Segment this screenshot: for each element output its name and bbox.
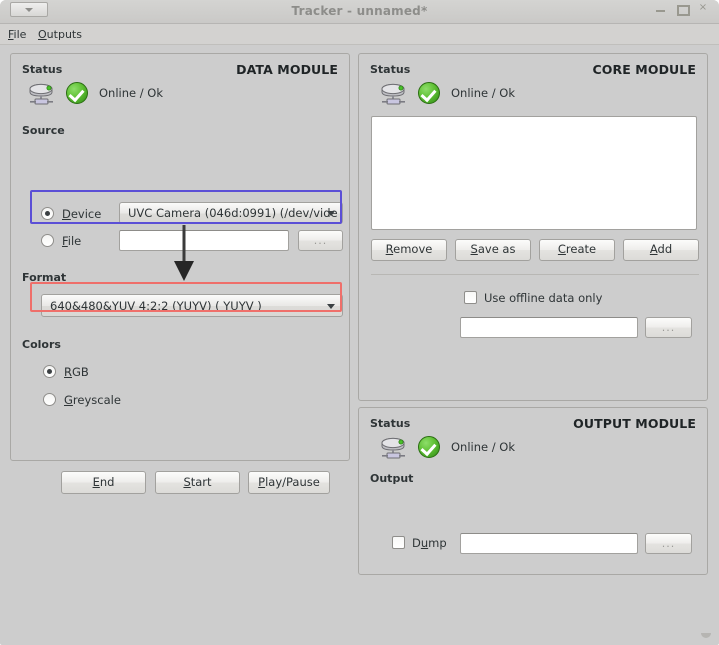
color-rgb-radio[interactable]	[43, 365, 56, 378]
output-label: Output	[370, 472, 414, 485]
resize-grip[interactable]	[700, 630, 712, 639]
output-module-panel: Status OUTPUT MODULE Online / Ok Output	[358, 407, 708, 575]
menu-item-file-label-rest: ile	[13, 28, 27, 41]
window-title: Tracker - unnamed*	[291, 4, 428, 18]
file-browse-button[interactable]: ...	[298, 230, 343, 251]
core-module-panel: Status CORE MODULE Online / Ok Remove Sa…	[358, 53, 708, 401]
add-button-label-rest: dd	[657, 242, 673, 257]
play-pause-button[interactable]: Play/Pause	[248, 471, 330, 494]
data-module-title: DATA MODULE	[236, 62, 338, 77]
title-bar: Tracker - unnamed* ×	[0, 0, 719, 24]
maximize-button[interactable]	[672, 1, 692, 16]
play-pause-button-label-rest: lay/Pause	[265, 474, 320, 489]
dump-label[interactable]: Dump	[412, 536, 447, 550]
core-items-list[interactable]	[371, 116, 697, 230]
menu-bar: File Outputs	[0, 24, 719, 45]
end-button[interactable]: End	[61, 471, 146, 494]
dump-checkbox[interactable]	[392, 536, 405, 549]
data-status-text: Online / Ok	[99, 86, 163, 100]
core-module-title: CORE MODULE	[592, 62, 696, 77]
file-radio-label[interactable]: File	[62, 234, 81, 248]
dump-label-rest: mp	[428, 536, 447, 550]
color-rgb-label[interactable]: RGB	[64, 365, 89, 379]
offline-data-checkbox[interactable]	[464, 291, 477, 304]
close-button[interactable]: ×	[693, 1, 713, 15]
device-radio[interactable]	[41, 207, 54, 220]
device-combobox-value: UVC Camera (046d:0991) (/dev/vide	[128, 206, 338, 220]
core-status-row: Online / Ok	[379, 80, 629, 108]
color-rgb-label-rest: GB	[72, 365, 89, 379]
color-greyscale-radio[interactable]	[43, 393, 56, 406]
green-check-icon	[418, 436, 440, 458]
output-status-label: Status	[370, 417, 411, 430]
create-button-label-rest: reate	[565, 242, 597, 257]
offline-path-input[interactable]	[460, 317, 638, 338]
data-status-row: Online / Ok	[27, 80, 277, 108]
add-button[interactable]: Add	[623, 239, 699, 261]
device-combobox[interactable]: UVC Camera (046d:0991) (/dev/vide	[119, 202, 343, 224]
data-status-label: Status	[22, 63, 63, 76]
network-drive-icon	[381, 437, 405, 459]
file-radio[interactable]	[41, 234, 54, 247]
core-status-label: Status	[370, 63, 411, 76]
core-status-text: Online / Ok	[451, 86, 515, 100]
application-window: Tracker - unnamed* × File Outputs Status…	[0, 0, 719, 645]
device-radio-label[interactable]: Device	[62, 207, 101, 221]
color-greyscale-label-rest: reyscale	[72, 393, 121, 407]
network-drive-icon	[29, 83, 53, 105]
menu-item-outputs-label-rest: utputs	[46, 28, 82, 41]
start-button[interactable]: Start	[155, 471, 240, 494]
save-as-button-label-rest: ave as	[477, 242, 516, 257]
green-check-icon	[418, 82, 440, 104]
data-module-panel: Status DATA MODULE Online / Ok Source De…	[10, 53, 350, 461]
file-radio-label-rest: ile	[67, 234, 82, 248]
remove-button-label-rest: emove	[393, 242, 433, 257]
chevron-down-icon	[327, 303, 335, 309]
dump-browse-button[interactable]: ...	[645, 533, 692, 554]
offline-data-label[interactable]: Use offline data only	[484, 291, 602, 305]
green-check-icon	[66, 82, 88, 104]
format-label: Format	[22, 271, 67, 284]
menu-item-file[interactable]: File	[3, 27, 31, 42]
source-label: Source	[22, 124, 65, 137]
create-button[interactable]: Create	[539, 239, 615, 261]
output-status-row: Online / Ok	[379, 434, 629, 462]
output-status-text: Online / Ok	[451, 440, 515, 454]
format-combobox-value: 640&480&YUV 4:2:2 (YUYV) ( YUYV )	[50, 298, 262, 313]
start-button-label-rest: tart	[190, 474, 212, 489]
client-area: Status DATA MODULE Online / Ok Source De…	[3, 45, 716, 642]
menu-item-outputs[interactable]: Outputs	[33, 27, 87, 42]
save-as-button[interactable]: Save as	[455, 239, 531, 261]
end-button-label-rest: nd	[99, 474, 115, 489]
minimize-button[interactable]	[651, 1, 671, 15]
colors-label: Colors	[22, 338, 61, 351]
color-greyscale-label[interactable]: Greyscale	[64, 393, 121, 407]
core-separator	[371, 274, 699, 275]
dump-path-input[interactable]	[460, 533, 638, 554]
file-path-input[interactable]	[119, 230, 289, 251]
output-module-title: OUTPUT MODULE	[573, 416, 696, 431]
chevron-down-icon	[327, 211, 335, 216]
network-drive-icon	[381, 83, 405, 105]
dump-label-pre: D	[412, 536, 421, 550]
offline-browse-button[interactable]: ...	[645, 317, 692, 338]
format-combobox[interactable]: 640&480&YUV 4:2:2 (YUYV) ( YUYV )	[41, 294, 343, 317]
device-radio-label-rest: evice	[70, 207, 102, 221]
remove-button[interactable]: Remove	[371, 239, 447, 261]
